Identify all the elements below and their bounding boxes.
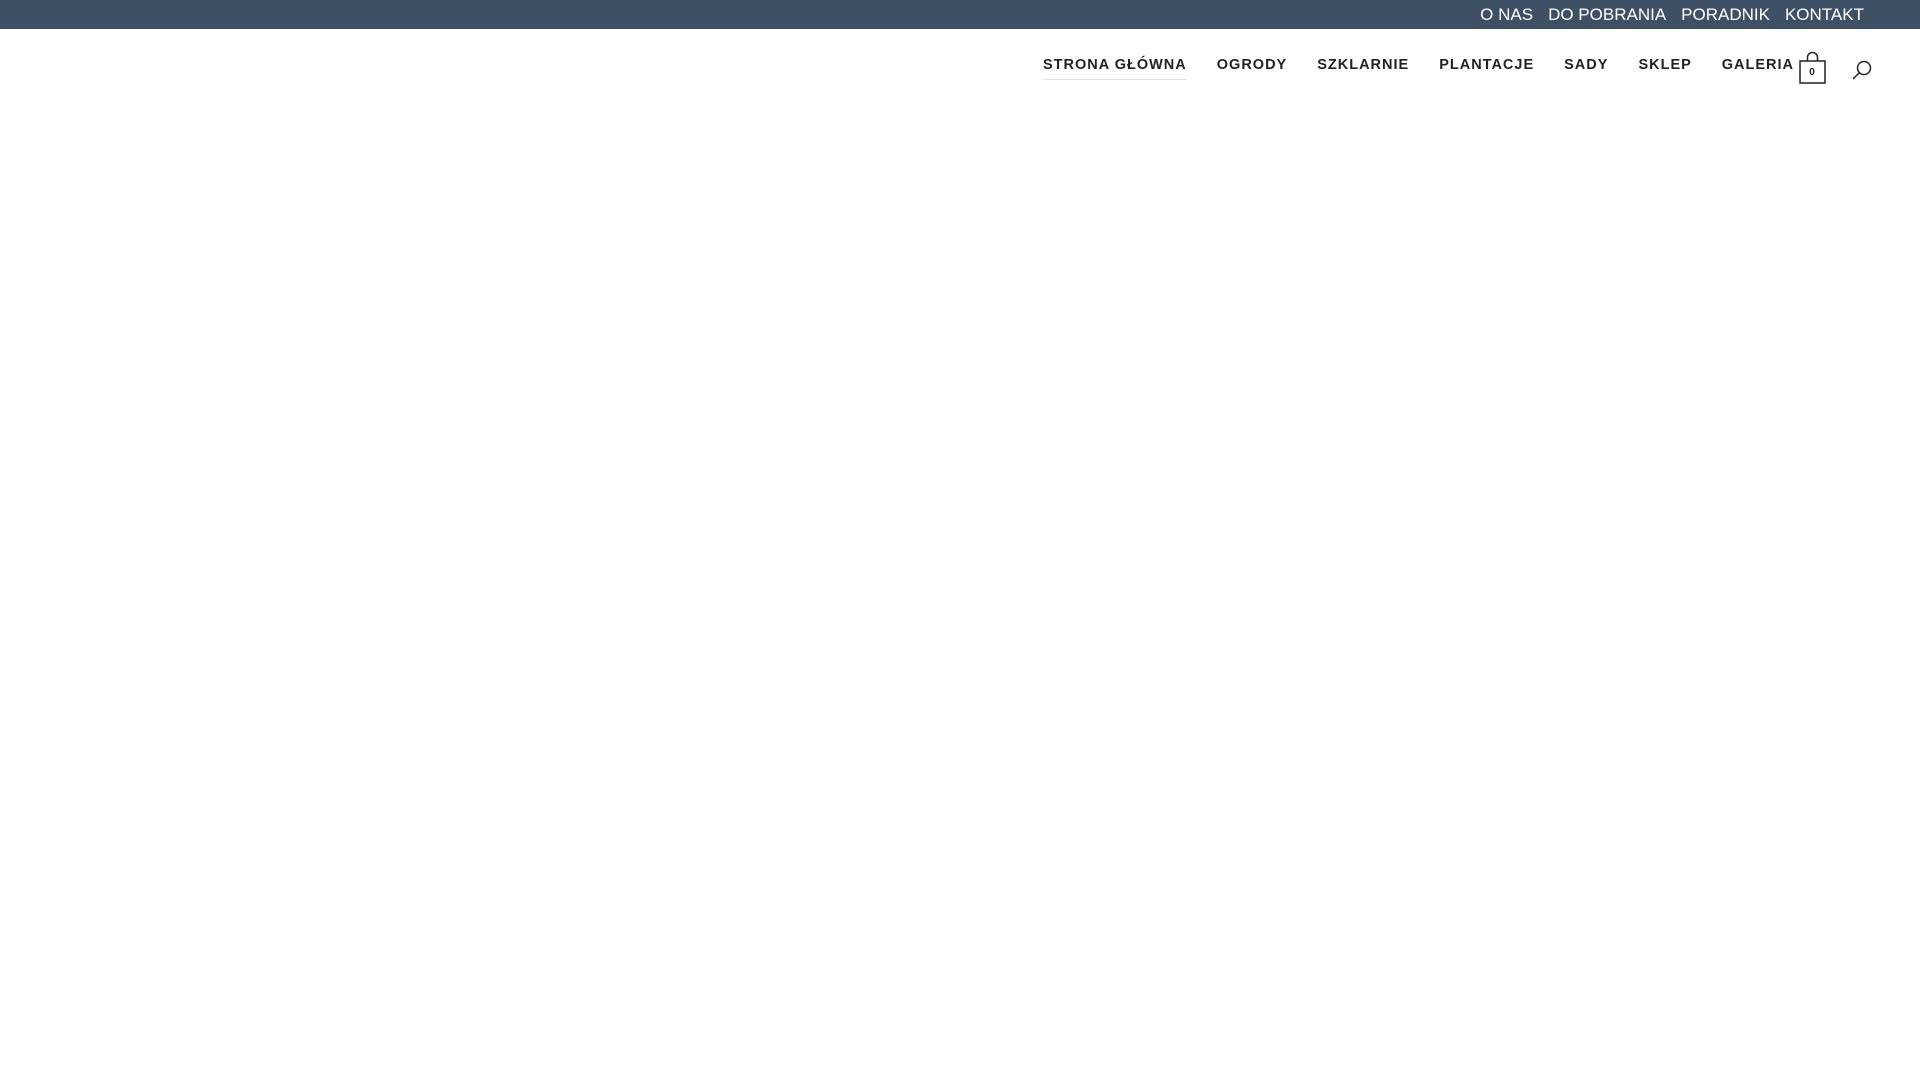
search-button[interactable] [1851,59,1873,81]
top-link-do-pobrania[interactable]: DO POBRANIA [1548,5,1666,25]
nav-item-galeria[interactable]: GALERIA [1722,57,1794,80]
nav-item-ogrody[interactable]: OGRODY [1217,57,1287,80]
nav-item-plantacje[interactable]: PLANTACJE [1439,57,1534,80]
top-link-o-nas[interactable]: O NAS [1480,5,1533,25]
site-header: STRONA GŁÓWNA OGRODY SZKLARNIE PLANTACJE… [0,29,1920,109]
top-link-kontakt[interactable]: KONTAKT [1785,5,1864,25]
nav-item-sklep[interactable]: SKLEP [1638,57,1691,80]
top-bar: O NAS DO POBRANIA PORADNIK KONTAKT [0,0,1920,29]
search-icon [1852,60,1872,80]
main-nav: STRONA GŁÓWNA OGRODY SZKLARNIE PLANTACJE… [1043,57,1794,80]
top-link-poradnik[interactable]: PORADNIK [1681,5,1770,25]
secondary-nav: O NAS DO POBRANIA PORADNIK KONTAKT [1480,0,1864,29]
page-content [0,109,1920,1080]
nav-item-szklarnie[interactable]: SZKLARNIE [1317,57,1409,80]
cart-count: 0 [1809,67,1815,78]
nav-item-strona-glowna[interactable]: STRONA GŁÓWNA [1043,57,1187,80]
cart-button[interactable]: 0 [1798,51,1828,85]
nav-item-sady[interactable]: SADY [1564,57,1608,80]
